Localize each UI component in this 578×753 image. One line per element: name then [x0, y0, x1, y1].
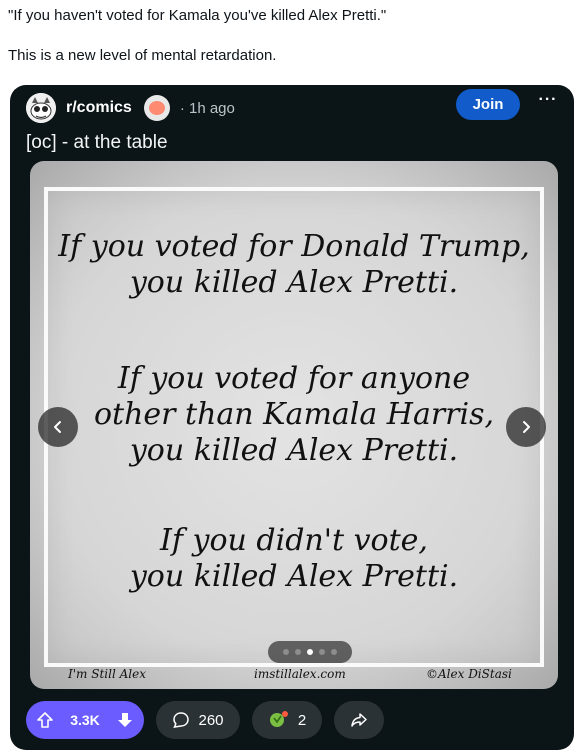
tweet-text: "If you haven't voted for Kamala you've …: [8, 6, 568, 66]
comment-count: 260: [198, 711, 224, 729]
tweet-comment: This is a new level of mental retardatio…: [8, 47, 277, 64]
user-avatar[interactable]: [143, 95, 170, 121]
comics-mascot-icon: [26, 93, 56, 123]
award-icon: [269, 711, 288, 727]
stanza1-line1: If you voted for Donald Trump,: [58, 229, 530, 264]
comic-footer-url: imstillalex.com: [254, 667, 346, 681]
stanza3-line1: If you didn't vote,: [160, 523, 428, 558]
avatar-blob-icon: [148, 101, 165, 115]
award-button[interactable]: 2: [252, 701, 322, 739]
stanza2-line1: If you voted for anyone: [117, 361, 471, 396]
chevron-left-icon: [54, 421, 61, 433]
share-button[interactable]: [334, 701, 384, 739]
post-time: · 1h ago: [180, 100, 235, 117]
carousel-dot-active[interactable]: [307, 649, 313, 655]
stanza1-line2: you killed Alex Pretti.: [129, 265, 459, 300]
carousel-dot[interactable]: [283, 649, 289, 655]
comic-footer-copyright: ©Alex DiStasi: [426, 667, 512, 681]
stanza2-line2: other than Kamala Harris,: [93, 397, 495, 432]
time-value: 1h ago: [188, 99, 235, 117]
arrow-down-icon[interactable]: [116, 711, 134, 729]
more-options-button[interactable]: ···: [532, 89, 564, 120]
post-header: r/comics · 1h ago: [26, 91, 235, 125]
comic-stanza-3: If you didn't vote, you killed Alex Pret…: [30, 523, 558, 595]
comment-bubble-icon: [173, 712, 190, 728]
subreddit-name[interactable]: r/comics: [66, 99, 132, 117]
chevron-right-icon: [523, 421, 530, 433]
carousel-dot[interactable]: [295, 649, 301, 655]
carousel-dot[interactable]: [331, 649, 337, 655]
arrow-up-icon[interactable]: [36, 711, 54, 729]
vote-control: 3.3K: [26, 701, 144, 739]
tweet-quote: "If you haven't voted for Kamala you've …: [8, 7, 387, 24]
share-arrow-icon: [351, 713, 367, 727]
comic-footer-series: I'm Still Alex: [68, 667, 146, 681]
time-separator: ·: [179, 99, 185, 117]
carousel-indicator[interactable]: [268, 641, 352, 663]
post-image[interactable]: If you voted for Donald Trump, you kille…: [30, 161, 558, 689]
subreddit-avatar[interactable]: [26, 93, 56, 123]
comic-stanza-1: If you voted for Donald Trump, you kille…: [30, 229, 558, 301]
stanza2-line3: you killed Alex Pretti.: [129, 433, 459, 468]
post-title[interactable]: [oc] - at the table: [26, 131, 168, 155]
action-bar: 3.3K 260 2: [26, 701, 384, 739]
carousel-next-button[interactable]: [506, 407, 546, 447]
embedded-reddit-post[interactable]: r/comics · 1h ago Join ··· [oc] - at the…: [10, 85, 574, 750]
comments-button[interactable]: 260: [156, 701, 240, 739]
award-count: 2: [297, 711, 307, 729]
join-button[interactable]: Join: [456, 89, 520, 120]
vote-count: 3.3K: [70, 712, 100, 728]
comic-stanza-2: If you voted for anyone other than Kamal…: [30, 361, 558, 469]
carousel-prev-button[interactable]: [38, 407, 78, 447]
stanza3-line2: you killed Alex Pretti.: [129, 559, 459, 594]
carousel-dot[interactable]: [319, 649, 325, 655]
